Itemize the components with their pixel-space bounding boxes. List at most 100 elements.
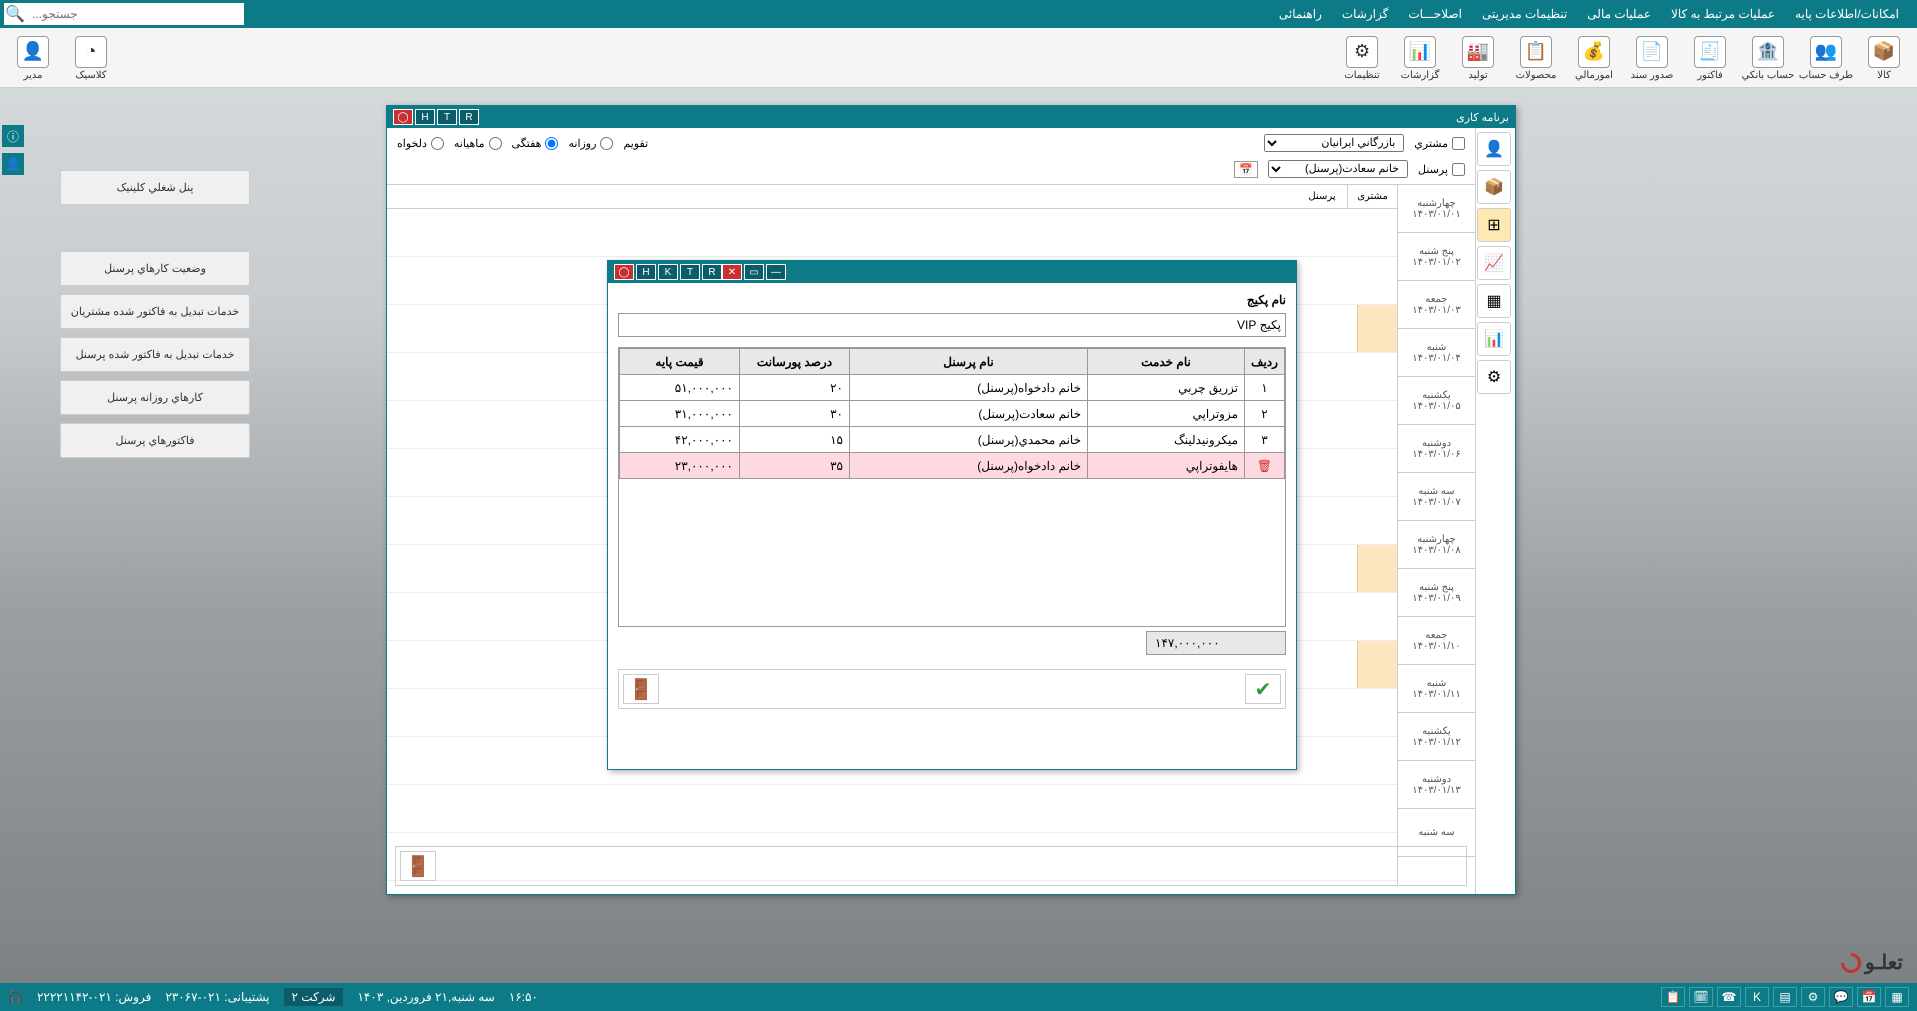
search-icon[interactable]: 🔍: [4, 4, 26, 24]
date-column[interactable]: چهارشنبه۱۴۰۳/۰۱/۰۱پنج شنبه۱۴۰۳/۰۱/۰۲جمعه…: [1397, 185, 1475, 885]
personnel-select[interactable]: خانم سعادت(پرسنل): [1268, 160, 1408, 178]
date-cell[interactable]: دوشنبه۱۴۰۳/۰۱/۰۶: [1398, 425, 1475, 473]
tool-settings[interactable]: ⚙تنظیمات: [1333, 30, 1391, 86]
schedule-exit-button[interactable]: 🚪: [400, 851, 436, 881]
date-cell[interactable]: جمعه۱۴۰۳/۰۱/۱۰: [1398, 617, 1475, 665]
package-key-k[interactable]: K: [658, 264, 678, 280]
menu-mgmt-settings[interactable]: تنظیمات مدیریتی: [1472, 7, 1577, 21]
tool-production[interactable]: 🏭تولید: [1449, 30, 1507, 86]
package-min-button[interactable]: —: [766, 264, 786, 280]
view-custom[interactable]: دلخواه: [397, 137, 444, 150]
status-icon-4[interactable]: ⚙: [1801, 987, 1825, 1007]
date-cell[interactable]: چهارشنبه۱۴۰۳/۰۱/۰۱: [1398, 185, 1475, 233]
status-icon-9[interactable]: 📋: [1661, 987, 1685, 1007]
package-max-button[interactable]: ▭: [744, 264, 764, 280]
th-person: نام پرسنل: [850, 349, 1088, 375]
date-cell[interactable]: یکشنبه۱۴۰۳/۰۱/۱۲: [1398, 713, 1475, 761]
side-clinic-panel[interactable]: پنل شغلي کلینیک: [60, 170, 250, 205]
view-weekly[interactable]: هفتگی: [512, 137, 559, 150]
left-icon-strip: ⓘ 👤: [2, 125, 24, 175]
side-customer-invoiced[interactable]: خدمات تبدیل به فاکتور شده مشتریان: [60, 294, 250, 329]
tool-invoice[interactable]: 🧾فاکتور: [1681, 30, 1739, 86]
menu-basics[interactable]: امکانات/اطلاعات پایه: [1785, 7, 1909, 21]
grid-col-personnel: پرسنل: [1297, 185, 1347, 208]
status-icon-5[interactable]: ▤: [1773, 987, 1797, 1007]
schedule-key-h[interactable]: H: [415, 109, 435, 125]
package-key-t[interactable]: T: [680, 264, 700, 280]
view-daily[interactable]: روزانه: [568, 137, 613, 150]
table-row[interactable]: ۱تزريق چربيخانم دادخواه(پرسنل)۲۰۵۱,۰۰۰,۰…: [620, 375, 1285, 401]
status-icon-3[interactable]: 💬: [1829, 987, 1853, 1007]
strip-info-icon[interactable]: ⓘ: [2, 125, 24, 147]
menu-reports[interactable]: گزارشات: [1332, 7, 1398, 21]
tool-account-party[interactable]: 👥طرف حساب: [1797, 30, 1855, 86]
rail-bars-icon[interactable]: 📊: [1477, 322, 1511, 356]
tool-bank-account[interactable]: 🏦حساب بانکي: [1739, 30, 1797, 86]
grid-row[interactable]: [387, 209, 1397, 257]
delete-row-icon[interactable]: 🗑: [1257, 459, 1272, 473]
tool-classic[interactable]: ◔کلاسیک: [62, 30, 120, 86]
tool-admin[interactable]: 👤مدیر: [4, 30, 62, 86]
schedule-titlebar[interactable]: برنامه کاری R T H ◯: [387, 106, 1515, 128]
package-name-input[interactable]: [618, 313, 1286, 337]
rail-chart-icon[interactable]: 📈: [1477, 246, 1511, 280]
date-cell[interactable]: چهارشنبه۱۴۰۳/۰۱/۰۸: [1398, 521, 1475, 569]
side-personnel-invoices[interactable]: فاکتورهاي پرسنل: [60, 423, 250, 458]
search-input[interactable]: [26, 7, 244, 21]
date-cell[interactable]: دوشنبه۱۴۰۳/۰۱/۱۳: [1398, 761, 1475, 809]
date-cell[interactable]: پنج شنبه۱۴۰۳/۰۱/۰۹: [1398, 569, 1475, 617]
schedule-icon-rail: 👤 📦 ⊞ 📈 ▦ 📊 ⚙: [1475, 128, 1515, 894]
date-cell[interactable]: سه شنبه۱۴۰۳/۰۱/۰۷: [1398, 473, 1475, 521]
table-row[interactable]: 🗑هايفوتراپيخانم دادخواه(پرسنل)۳۵۲۳,۰۰۰,۰…: [620, 453, 1285, 479]
package-key-h[interactable]: H: [636, 264, 656, 280]
customer-select[interactable]: بازرگاني ايرانيان: [1264, 134, 1404, 152]
table-row[interactable]: ۳ميکرونيدلينگخانم محمدي(پرسنل)۱۵۴۲,۰۰۰,۰…: [620, 427, 1285, 453]
tool-issue-doc[interactable]: 📄صدور سند: [1623, 30, 1681, 86]
date-cell[interactable]: یکشنبه۱۴۰۳/۰۱/۰۵: [1398, 377, 1475, 425]
strip-user-icon[interactable]: 👤: [2, 153, 24, 175]
rail-add-package-icon[interactable]: 📦: [1477, 170, 1511, 204]
date-picker-icon[interactable]: 📅: [1234, 161, 1258, 178]
status-icon-1[interactable]: ▦: [1885, 987, 1909, 1007]
menu-help[interactable]: راهنمائی: [1269, 7, 1332, 21]
side-personnel-daily[interactable]: کارهاي روزانه پرسنل: [60, 380, 250, 415]
status-icon-7[interactable]: ☎: [1717, 987, 1741, 1007]
rail-add-user-icon[interactable]: 👤: [1477, 132, 1511, 166]
schedule-key-t[interactable]: T: [437, 109, 457, 125]
date-cell[interactable]: جمعه۱۴۰۳/۰۱/۰۳: [1398, 281, 1475, 329]
personnel-check-label[interactable]: پرسنل: [1418, 163, 1465, 176]
side-personnel-status[interactable]: وضعیت کارهاي پرسنل: [60, 251, 250, 286]
grid-row[interactable]: [387, 785, 1397, 833]
status-icon-2[interactable]: 📅: [1857, 987, 1881, 1007]
schedule-key-r[interactable]: R: [459, 109, 479, 125]
menu-financial-ops[interactable]: عملیات مالی: [1577, 7, 1661, 21]
package-exit-button[interactable]: 🚪: [623, 674, 659, 704]
side-panel: پنل شغلي کلینیک وضعیت کارهاي پرسنل خدمات…: [60, 170, 250, 458]
date-cell[interactable]: پنج شنبه۱۴۰۳/۰۱/۰۲: [1398, 233, 1475, 281]
rail-apps-icon[interactable]: ⊞: [1477, 208, 1511, 242]
rail-table-icon[interactable]: ▦: [1477, 284, 1511, 318]
customer-check-label[interactable]: مشتري: [1414, 137, 1465, 150]
status-icon-6[interactable]: K: [1745, 987, 1769, 1007]
package-key-r[interactable]: R: [702, 264, 722, 280]
menu-goods-ops[interactable]: عملیات مرتبط به کالا: [1661, 7, 1785, 21]
customer-checkbox[interactable]: [1452, 137, 1465, 150]
tool-products[interactable]: 📋محصولات: [1507, 30, 1565, 86]
package-titlebar[interactable]: ✕ ▭ — R T K H ◯: [608, 261, 1296, 283]
tool-financial[interactable]: 💰امورمالي: [1565, 30, 1623, 86]
status-icon-tray: ▦ 📅 💬 ⚙ ▤ K ☎ 🗓 📋: [1661, 987, 1909, 1007]
status-icon-8[interactable]: 🗓: [1689, 987, 1713, 1007]
tool-goods[interactable]: 📦کالا: [1855, 30, 1913, 86]
package-close-button[interactable]: ✕: [722, 264, 742, 280]
side-personnel-invoiced[interactable]: خدمات تبدیل به فاکتور شده پرسنل: [60, 337, 250, 372]
view-monthly[interactable]: ماهیانه: [454, 137, 502, 150]
menu-corrections[interactable]: اصلاحـــات: [1398, 7, 1472, 21]
personnel-checkbox[interactable]: [1452, 163, 1465, 176]
status-headset-icon: 🎧: [8, 990, 23, 1004]
rail-gear-icon[interactable]: ⚙: [1477, 360, 1511, 394]
table-row[interactable]: ۲مزوتراپيخانم سعادت(پرسنل)۳۰۳۱,۰۰۰,۰۰۰: [620, 401, 1285, 427]
tool-reports[interactable]: 📊گزارشات: [1391, 30, 1449, 86]
date-cell[interactable]: شنبه۱۴۰۳/۰۱/۱۱: [1398, 665, 1475, 713]
package-confirm-button[interactable]: ✔: [1245, 674, 1281, 704]
date-cell[interactable]: شنبه۱۴۰۳/۰۱/۰۴: [1398, 329, 1475, 377]
